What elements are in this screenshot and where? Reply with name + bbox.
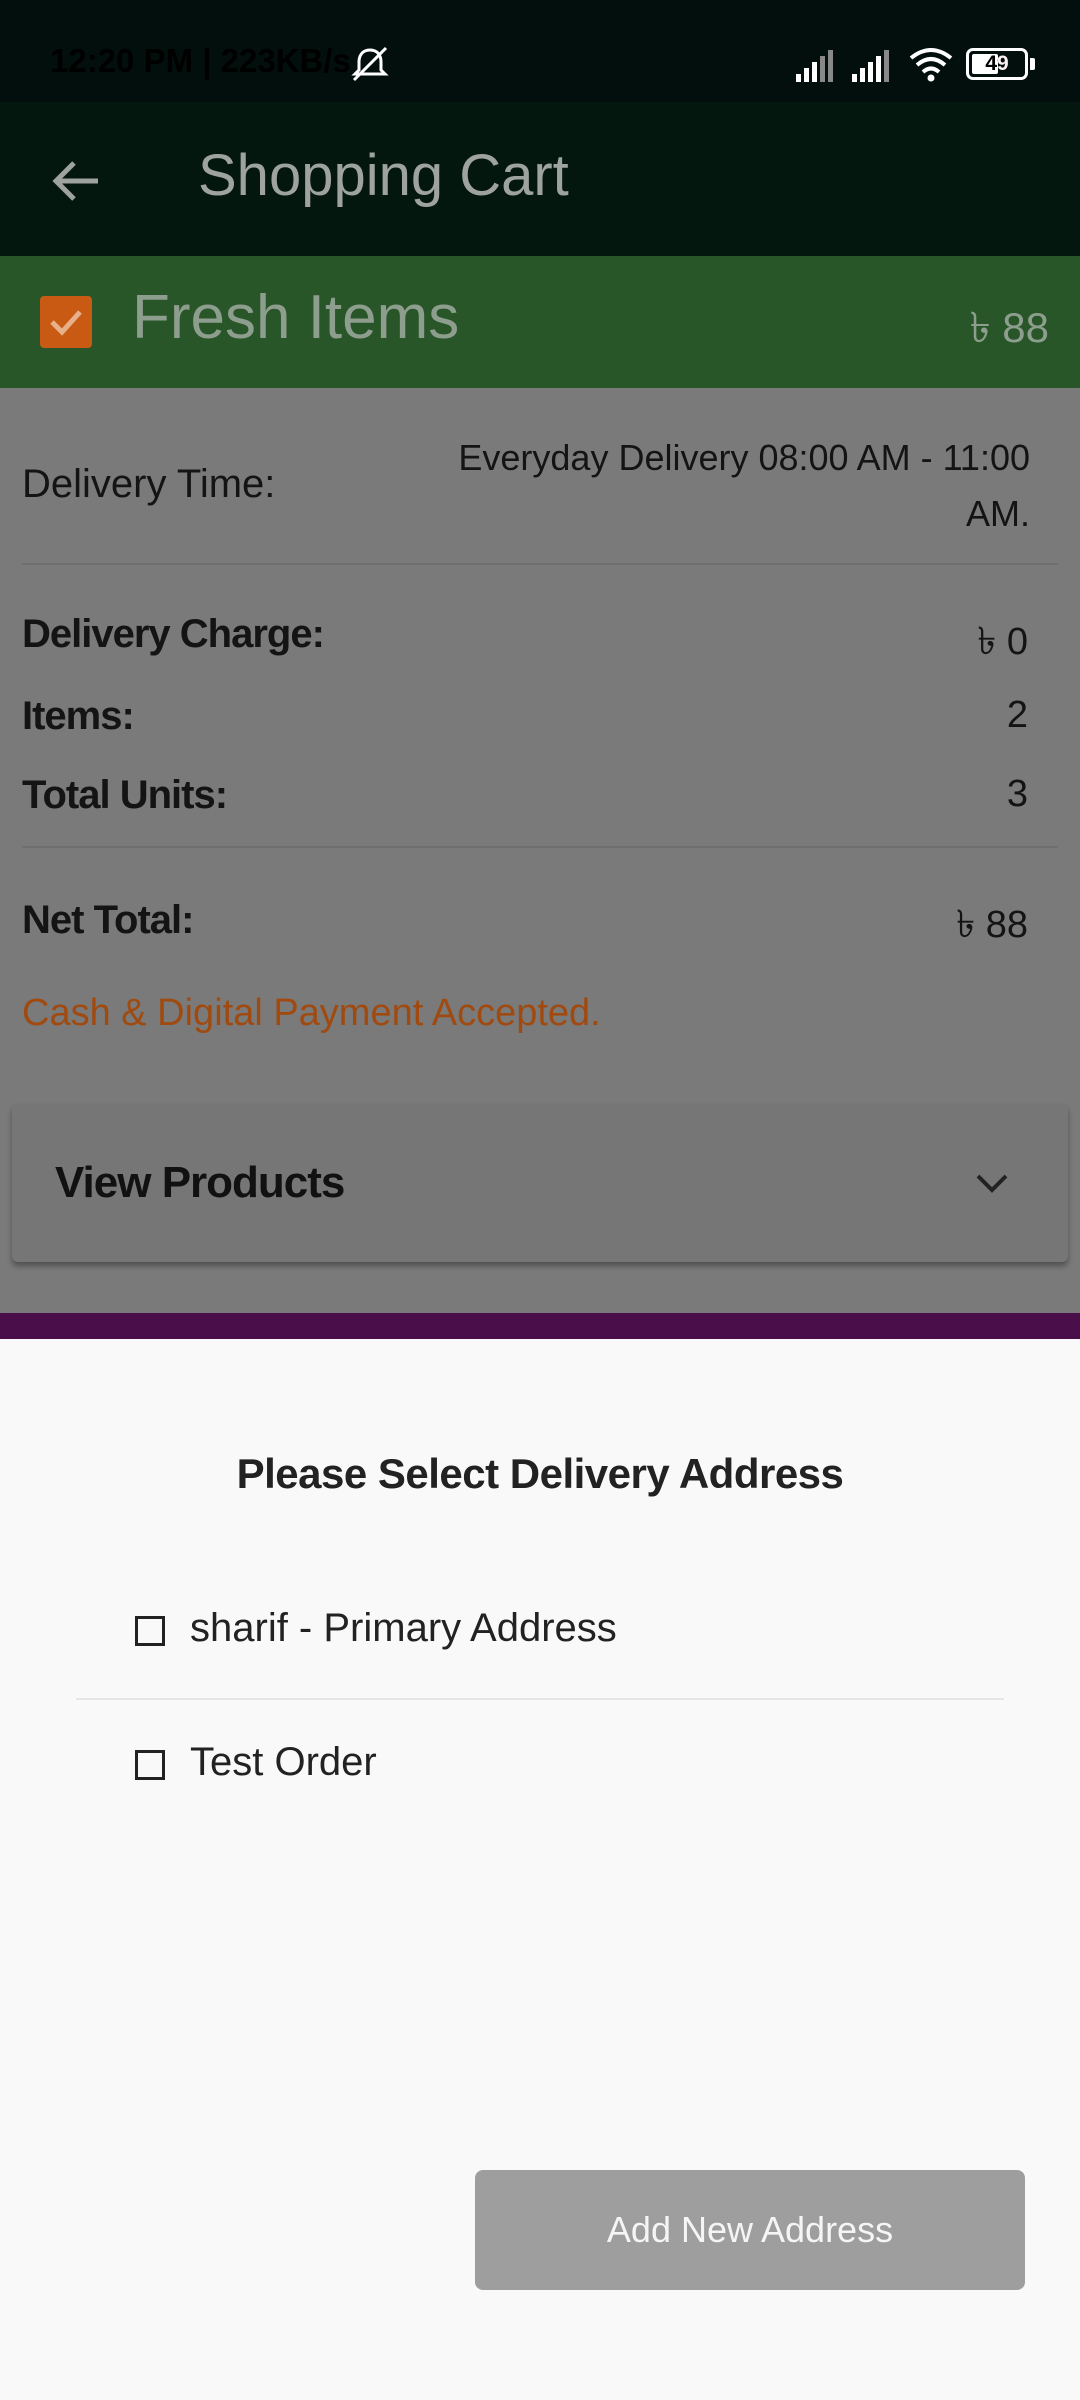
payment-note: Cash & Digital Payment Accepted.	[22, 992, 601, 1034]
battery-icon: 49	[966, 48, 1028, 80]
divider	[76, 1698, 1004, 1700]
delivery-time-value: Everyday Delivery 08:00 AM - 11:00 AM.	[458, 437, 1030, 534]
sheet-title: Please Select Delivery Address	[236, 1450, 844, 1497]
address-checkbox-test-order[interactable]	[135, 1750, 165, 1780]
chevron-down-icon[interactable]	[972, 1166, 1012, 1202]
divider	[22, 846, 1058, 848]
items-label: Items:	[22, 694, 135, 738]
wifi-icon	[909, 48, 953, 82]
delivery-charge-label: Delivery Charge:	[22, 612, 325, 656]
items-value: 2	[1006, 694, 1028, 736]
check-icon	[50, 310, 82, 336]
battery-level: 49	[985, 52, 1009, 75]
address-checkbox-primary[interactable]	[135, 1616, 165, 1646]
net-total-label: Net Total:	[22, 898, 194, 942]
store-price: ৳ 88	[969, 304, 1049, 351]
store-checkbox[interactable]	[40, 296, 92, 348]
arrow-left-icon[interactable]	[46, 150, 108, 212]
address-option-test-order[interactable]: Test Order	[190, 1740, 377, 1785]
delivery-time-label: Delivery Time:	[22, 462, 276, 506]
add-new-address-button[interactable]: Add New Address	[475, 2170, 1025, 2290]
page-title: Shopping Cart	[198, 143, 569, 208]
view-products-label: View Products	[55, 1158, 345, 1207]
underlay-strip	[0, 1313, 1080, 1339]
signal-icon	[796, 50, 833, 82]
total-units-value: 3	[1006, 773, 1028, 815]
signal-icon	[852, 50, 889, 82]
status-time: 12:20 PM | 223KB/s	[50, 42, 351, 79]
battery-tip	[1030, 58, 1035, 70]
total-units-label: Total Units:	[22, 773, 228, 817]
mute-bell-icon	[351, 46, 389, 82]
net-total-value: ৳ 88	[956, 904, 1028, 946]
store-name: Fresh Items	[132, 283, 460, 352]
divider	[22, 563, 1058, 565]
delivery-charge-value: ৳ 0	[977, 621, 1028, 663]
address-option-primary[interactable]: sharif - Primary Address	[190, 1606, 617, 1651]
